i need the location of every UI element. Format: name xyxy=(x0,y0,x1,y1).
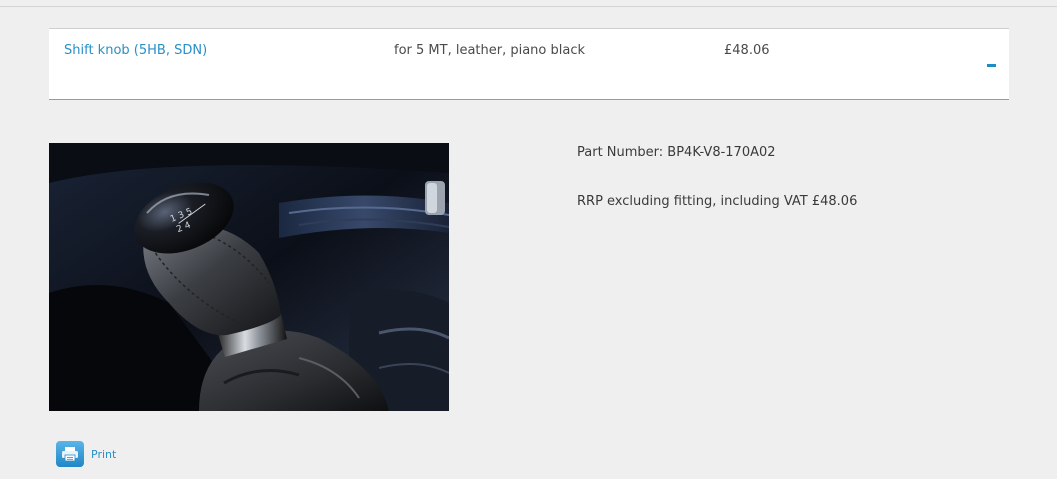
accessory-detail-page: Shift knob (5HB, SDN) for 5 MT, leather,… xyxy=(0,0,1057,479)
collapse-toggle-button[interactable] xyxy=(987,64,996,67)
top-divider xyxy=(0,6,1057,7)
accessory-price: £48.06 xyxy=(724,43,770,58)
print-label[interactable]: Print xyxy=(91,448,116,461)
part-number: Part Number: BP4K-V8-170A02 xyxy=(577,145,776,160)
accessory-name-link[interactable]: Shift knob (5HB, SDN) xyxy=(64,43,207,58)
shift-knob-photo: 1 3 5 2 4 xyxy=(49,143,449,411)
printer-icon[interactable] xyxy=(56,441,84,467)
rrp-price: RRP excluding fitting, including VAT £48… xyxy=(577,194,858,209)
product-image: 1 3 5 2 4 xyxy=(49,143,449,411)
accessory-description: for 5 MT, leather, piano black xyxy=(394,43,586,58)
accessory-row: Shift knob (5HB, SDN) for 5 MT, leather,… xyxy=(49,28,1009,100)
print-button[interactable]: Print xyxy=(56,441,116,467)
